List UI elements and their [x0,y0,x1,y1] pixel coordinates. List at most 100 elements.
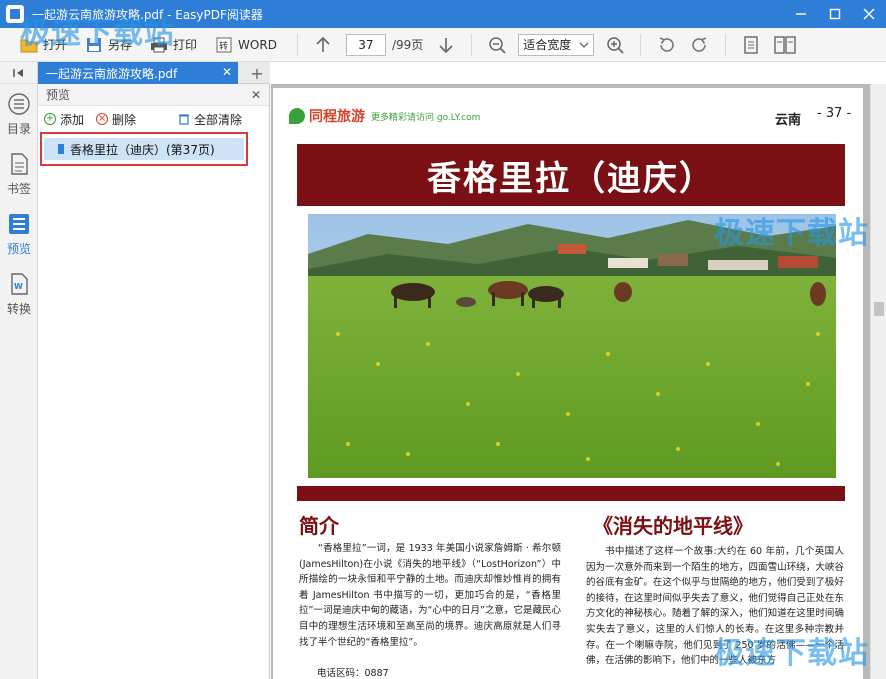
list-icon [8,92,30,115]
save-icon [85,36,103,54]
convert-icon: W [11,272,28,295]
story-heading: 《消失的地平线》 [593,514,753,538]
zoom-out-button[interactable] [484,32,510,58]
intro-text-column: “香格里拉”一词，是 1933 年美国小说家詹姆斯 · 希尔顿(JamesHil… [299,541,561,650]
double-page-view-button[interactable] [772,32,798,58]
bookmark-label: 香格里拉（迪庆）(第37页) [70,142,215,157]
bookmark-entry[interactable]: 香格里拉（迪庆）(第37页) [44,138,244,160]
add-label: 添加 [60,112,85,127]
svg-text:转: 转 [219,40,228,52]
zoom-mode-select[interactable]: 适合宽度 [518,33,595,56]
close-button[interactable] [852,0,886,28]
zoom-in-icon [607,36,624,54]
add-tab-button[interactable]: + [244,62,270,84]
bookmark-icon [58,144,64,154]
folder-icon [20,36,38,54]
rail-item-label: 目录 [6,121,31,136]
left-rail: 目录 书签 预览 W 转换 [0,62,38,679]
story-paragraph: 书中描述了这样一个故事:大约在 60 年前，几个英国人因为一次意外而来到一个陌生… [586,546,844,667]
rotate-right-icon [692,36,707,52]
double-page-icon [774,35,796,54]
close-tab-icon[interactable]: ✕ [222,65,232,79]
zoom-mode-value: 适合宽度 [523,38,572,52]
add-button[interactable]: + 添加 [44,111,84,128]
intro-heading: 简介 [299,514,339,538]
preview-icon [9,213,29,234]
single-page-view-button[interactable] [738,32,764,58]
document-icon [11,152,28,175]
window-title: 一起游云南旅游攻略.pdf - EasyPDF阅读器 [32,7,263,22]
prev-page-button[interactable] [310,32,336,58]
maximize-button[interactable] [818,0,852,28]
open-label: 打开 [43,38,68,52]
brand-logo: 同程旅游 更多精彩请访问 go.LY.com [289,106,480,126]
page-title-banner: 香格里拉（迪庆） [297,144,845,206]
rail-item-preview[interactable]: 预览 [0,204,38,264]
rotate-right-button[interactable] [687,32,713,58]
print-button[interactable]: 打印 [144,32,203,58]
rail-item-toc[interactable]: 目录 [0,84,38,144]
delete-label: 删除 [112,112,137,127]
rail-item-bookmarks[interactable]: 书签 [0,144,38,204]
app-logo-icon [6,5,24,23]
plus-icon: + [44,113,56,125]
word-label: WORD [238,37,277,52]
page-number-input[interactable]: 37 [345,33,386,56]
toolbar-divider [471,33,473,56]
brand-name: 同程旅游 [309,109,365,125]
close-panel-icon[interactable]: ✕ [251,88,261,102]
clear-all-button[interactable]: 全部清除 [178,111,242,128]
save-as-label: 另存 [108,38,133,52]
region-label: 云南 [775,113,802,128]
panel-header: 预览 ✕ [38,84,269,106]
intro-paragraph: “香格里拉”一词，是 1933 年美国小说家詹姆斯 · 希尔顿(JamesHil… [299,543,561,648]
total-pages: /99页 [391,38,424,52]
clear-all-label: 全部清除 [194,112,243,127]
document-viewer[interactable]: 同程旅游 更多精彩请访问 go.LY.com 云南 - 37 - 香格里拉（迪庆… [271,84,886,679]
minimize-button[interactable] [784,0,818,28]
scrollbar-thumb[interactable] [874,302,884,316]
story-text-column: 书中描述了这样一个故事:大约在 60 年前，几个英国人因为一次意外而来到一个陌生… [586,544,844,669]
panel-actions: + 添加 × 删除 全部清除 [38,106,269,132]
next-page-button[interactable] [433,32,459,58]
rail-item-convert[interactable]: W 转换 [0,264,38,324]
brand-slogan: 更多精彩请访问 go.LY.com [371,112,481,123]
print-label: 打印 [173,38,198,52]
leaf-icon [289,108,305,124]
tab-document-label: 一起游云南旅游攻略.pdf [46,66,178,81]
section-divider [297,486,845,501]
save-as-button[interactable]: 另存 [79,32,138,58]
open-button[interactable]: 打开 [14,32,73,58]
rail-item-label: 转换 [6,301,31,316]
pdf-page: 同程旅游 更多精彩请访问 go.LY.com 云南 - 37 - 香格里拉（迪庆… [273,88,863,679]
single-page-icon [744,35,758,54]
document-tab-strip: 一起游云南旅游攻略.pdf ✕ + [38,62,270,84]
zoom-out-icon [489,36,506,54]
arrow-up-icon [316,36,330,52]
trash-icon [179,114,190,125]
zoom-in-button[interactable] [602,32,628,58]
landscape-photo [308,214,836,478]
phone-area-code: 电话区码：0887 [317,668,389,679]
preview-panel: 预览 ✕ + 添加 × 删除 全部清除 香格里拉（迪庆）(第37页) [38,84,270,679]
maximize-icon [829,8,841,20]
arrow-down-icon [439,37,453,53]
toolbar-divider [296,33,298,56]
tab-document[interactable]: 一起游云南旅游攻略.pdf ✕ [38,62,238,84]
svg-text:W: W [14,282,23,291]
collapse-panel-button[interactable] [0,62,37,84]
title-bar: 一起游云南旅游攻略.pdf - EasyPDF阅读器 [0,0,886,28]
minimize-icon [796,13,806,15]
vertical-scrollbar[interactable] [870,84,886,679]
collapse-left-icon [12,68,23,77]
word-convert-button[interactable]: 转 WORD [209,32,283,58]
chevron-down-icon [579,42,589,48]
delete-button[interactable]: × 删除 [96,111,136,128]
list-item[interactable]: 香格里拉（迪庆）(第37页) [40,132,248,166]
printer-icon [150,36,168,54]
main-toolbar: 打开 另存 打印 转 WORD 37 /99页 适合宽度 [0,28,886,62]
rotate-left-button[interactable] [653,32,679,58]
toolbar-divider [640,33,642,56]
word-convert-icon: 转 [215,36,233,54]
delete-icon: × [96,113,109,125]
